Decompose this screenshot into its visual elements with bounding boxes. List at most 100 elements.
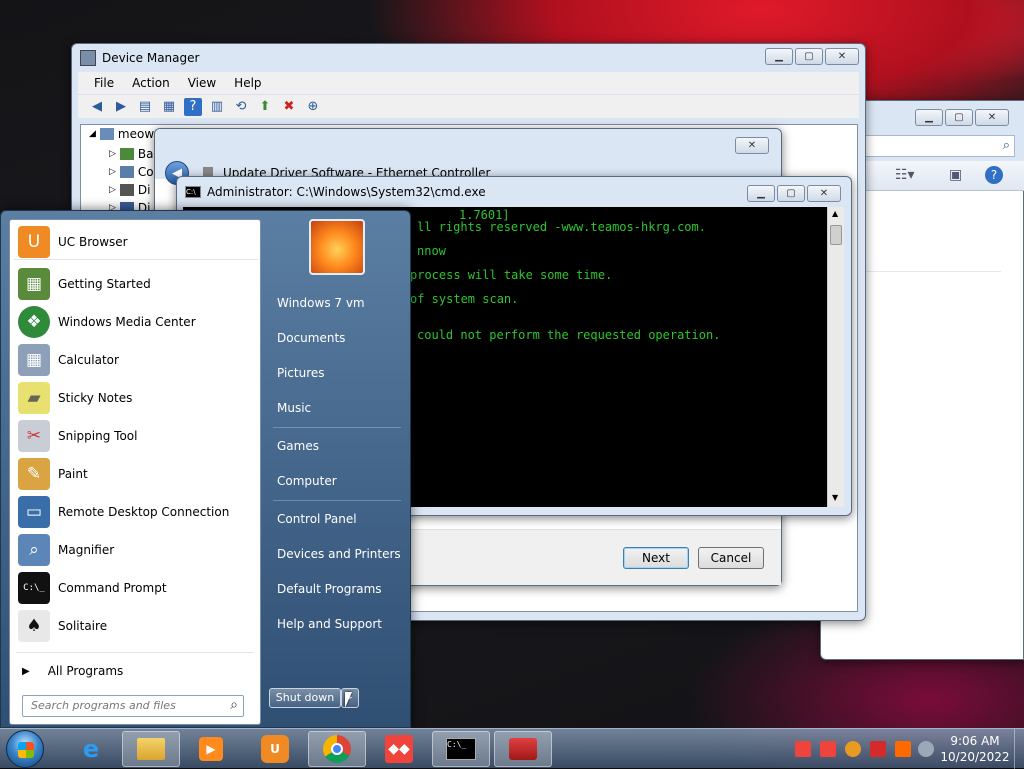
show-desktop-button[interactable] [1014, 729, 1024, 769]
clock-time: 9:06 AM [950, 734, 1000, 748]
media-player-icon: ▶ [199, 737, 223, 761]
windows-logo-icon [18, 742, 34, 758]
default-programs-item[interactable]: Default Programs [269, 575, 405, 603]
start-menu-program[interactable]: U UC Browser [14, 224, 258, 260]
device-manager-minimize-button[interactable]: ▁ [765, 48, 793, 65]
device-manager-titlebar[interactable]: Device Manager [72, 44, 865, 72]
cmd-close-button[interactable]: ✕ [807, 185, 841, 202]
cmd-maximize-button[interactable]: ▢ [777, 185, 805, 202]
devices-and-printers-item[interactable]: Devices and Printers [269, 540, 405, 568]
taskbar-anydesk[interactable]: ◆◆ [370, 731, 428, 767]
shutdown-button[interactable]: Shut down [269, 688, 341, 708]
file-explorer-icon [137, 738, 165, 760]
documents-item[interactable]: Documents [269, 324, 405, 352]
tree-item[interactable]: ▷ Di [109, 183, 151, 197]
taskbar-file-explorer[interactable] [122, 731, 180, 767]
device-manager-menubar: File Action View Help [78, 72, 859, 94]
disk-drive-icon [119, 184, 134, 196]
games-item[interactable]: Games [269, 432, 405, 460]
taskbar-media-player[interactable]: ▶ [182, 731, 240, 767]
start-menu-places-pane: Windows 7 vm Documents Pictures Music Ga… [261, 211, 411, 729]
scroll-down-icon[interactable]: ▼ [832, 493, 838, 502]
menu-help[interactable]: Help [234, 76, 261, 90]
user-name-item[interactable]: Windows 7 vm [269, 289, 405, 317]
back-icon[interactable]: ◀ [88, 98, 106, 116]
explorer-search-box[interactable]: ⌕ [861, 135, 1015, 157]
all-programs-item[interactable]: ▶ All Programs [18, 660, 254, 682]
collapse-arrow-icon[interactable]: ◢ [89, 129, 96, 139]
tree-item[interactable]: ▷ Co [109, 165, 154, 179]
start-menu-program[interactable]: ✂ Snipping Tool [14, 418, 258, 454]
expand-arrow-icon[interactable]: ▷ [109, 149, 116, 159]
cmd-scrollbar[interactable]: ▲ ▼ [827, 207, 844, 507]
magnifier-icon: ⌕ [18, 534, 50, 566]
help-icon[interactable]: ? [985, 166, 1003, 184]
anydesk-tray-icon[interactable] [795, 741, 811, 757]
menu-action[interactable]: Action [132, 76, 170, 90]
taskbar-uc-browser[interactable]: U [246, 731, 304, 767]
program-label: Remote Desktop Connection [58, 505, 230, 519]
tree-item-label: Co [137, 165, 154, 179]
flag-tray-icon[interactable] [870, 741, 886, 757]
start-menu-program[interactable]: ▦ Getting Started [14, 266, 258, 302]
uninstall-icon[interactable]: ✖ [280, 98, 298, 116]
control-panel-item[interactable]: Control Panel [269, 505, 405, 533]
explorer-close-button[interactable]: ✕ [975, 109, 1009, 126]
start-menu-program[interactable]: ▦ Calculator [14, 342, 258, 378]
computer-item[interactable]: Computer [269, 467, 405, 495]
start-menu-program[interactable]: C:\_ Command Prompt [14, 570, 258, 606]
tree-item[interactable]: ▷ Ba [109, 147, 154, 161]
pictures-item[interactable]: Pictures [269, 359, 405, 387]
start-menu-program[interactable]: ▭ Remote Desktop Connection [14, 494, 258, 530]
taskbar-device-manager[interactable] [494, 731, 552, 767]
expand-arrow-icon[interactable]: ▷ [109, 185, 116, 195]
device-manager-maximize-button[interactable]: ▢ [795, 48, 823, 65]
network-tray-icon[interactable] [895, 741, 911, 757]
cmd-line: nnow [417, 244, 446, 258]
clock[interactable]: 9:06 AM 10/20/2022 [940, 733, 1010, 765]
cmd-minimize-button[interactable]: ▁ [747, 185, 775, 202]
forward-icon[interactable]: ▶ [112, 98, 130, 116]
menu-file[interactable]: File [94, 76, 114, 90]
user-picture[interactable] [309, 219, 365, 275]
properties-icon[interactable]: ▦ [160, 98, 178, 116]
enable-device-icon[interactable]: ⊕ [304, 98, 322, 116]
explorer-maximize-button[interactable]: ▢ [945, 109, 973, 126]
start-button[interactable] [6, 730, 44, 768]
start-search-input[interactable]: Search programs and files ⌕ [22, 695, 244, 717]
preview-pane-icon[interactable]: ▣ [949, 167, 962, 183]
taskbar-chrome[interactable] [308, 731, 366, 767]
menu-view[interactable]: View [188, 76, 216, 90]
cancel-button[interactable]: Cancel [698, 547, 764, 569]
help-and-support-item[interactable]: Help and Support [269, 610, 405, 638]
taskbar-command-prompt[interactable]: C:\_ [432, 731, 490, 767]
next-button[interactable]: Next [623, 547, 689, 569]
scroll-thumb[interactable] [830, 225, 842, 245]
anydesk-tray-icon[interactable] [820, 741, 836, 757]
device-manager-close-button[interactable]: ✕ [825, 48, 859, 65]
expand-arrow-icon[interactable]: ▷ [109, 167, 116, 177]
view-icon[interactable]: ▥ [208, 98, 226, 116]
scroll-up-icon[interactable]: ▲ [832, 209, 838, 218]
command-prompt-icon: C:\_ [446, 738, 476, 760]
start-menu-program[interactable]: ▰ Sticky Notes [14, 380, 258, 416]
tree-root-label[interactable]: meow [118, 127, 154, 141]
explorer-minimize-button[interactable]: ▁ [915, 109, 943, 126]
view-options-icon[interactable]: ☷▾ [895, 167, 915, 183]
magnifier-tray-icon[interactable] [845, 741, 861, 757]
start-menu-program[interactable]: ❖ Windows Media Center [14, 304, 258, 340]
start-menu-program[interactable]: ♠ Solitaire [14, 608, 258, 644]
computer-icon [99, 128, 114, 140]
toolbox-icon [509, 738, 537, 760]
taskbar-internet-explorer[interactable]: e [62, 731, 120, 767]
music-item[interactable]: Music [269, 394, 405, 422]
start-menu-program[interactable]: ✎ Paint [14, 456, 258, 492]
computer-icon [119, 166, 134, 178]
volume-tray-icon[interactable] [918, 741, 934, 757]
start-menu-program[interactable]: ⌕ Magnifier [14, 532, 258, 568]
help-icon[interactable]: ? [184, 97, 202, 116]
scan-hardware-icon[interactable]: ⟲ [232, 98, 250, 116]
update-driver-icon[interactable]: ⬆ [256, 98, 274, 116]
update-driver-close-button[interactable]: ✕ [735, 137, 769, 154]
show-hide-tree-icon[interactable]: ▤ [136, 98, 154, 116]
